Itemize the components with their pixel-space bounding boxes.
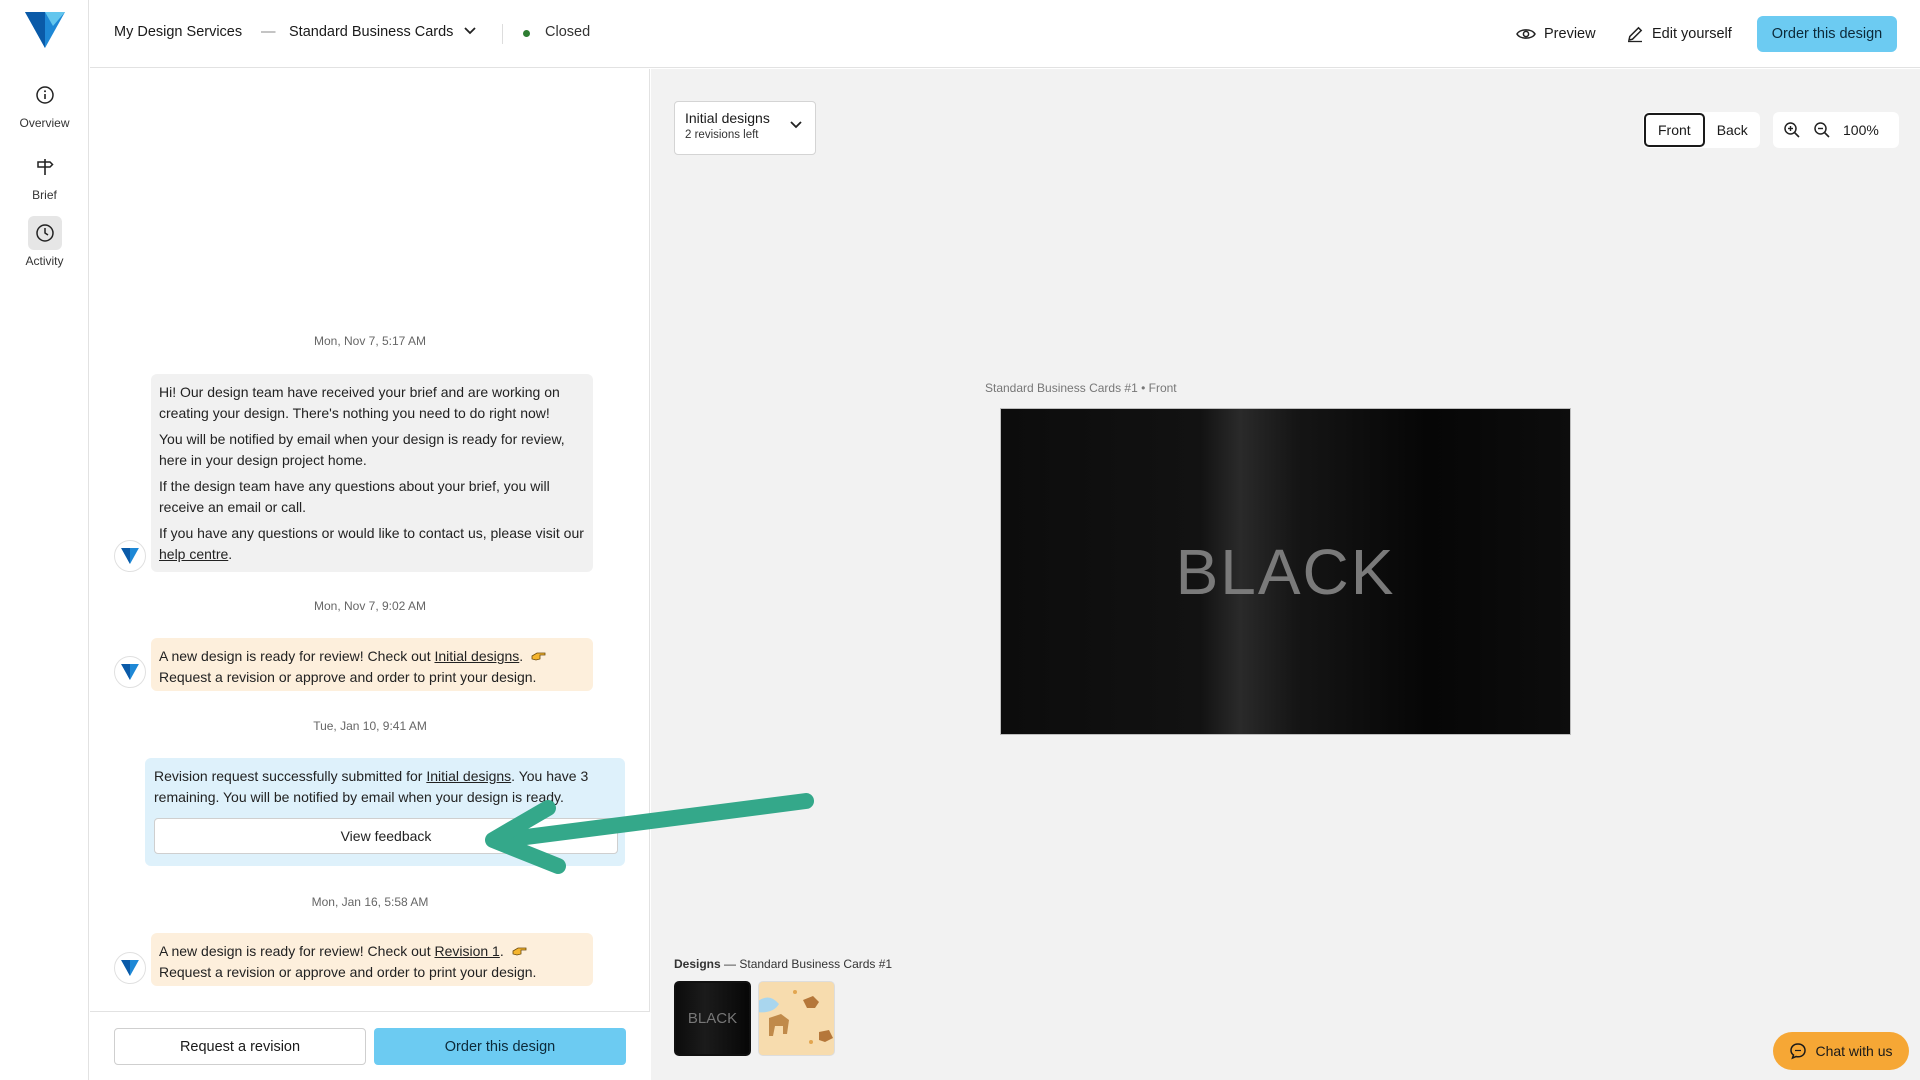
annotation-arrow [485, 793, 814, 874]
